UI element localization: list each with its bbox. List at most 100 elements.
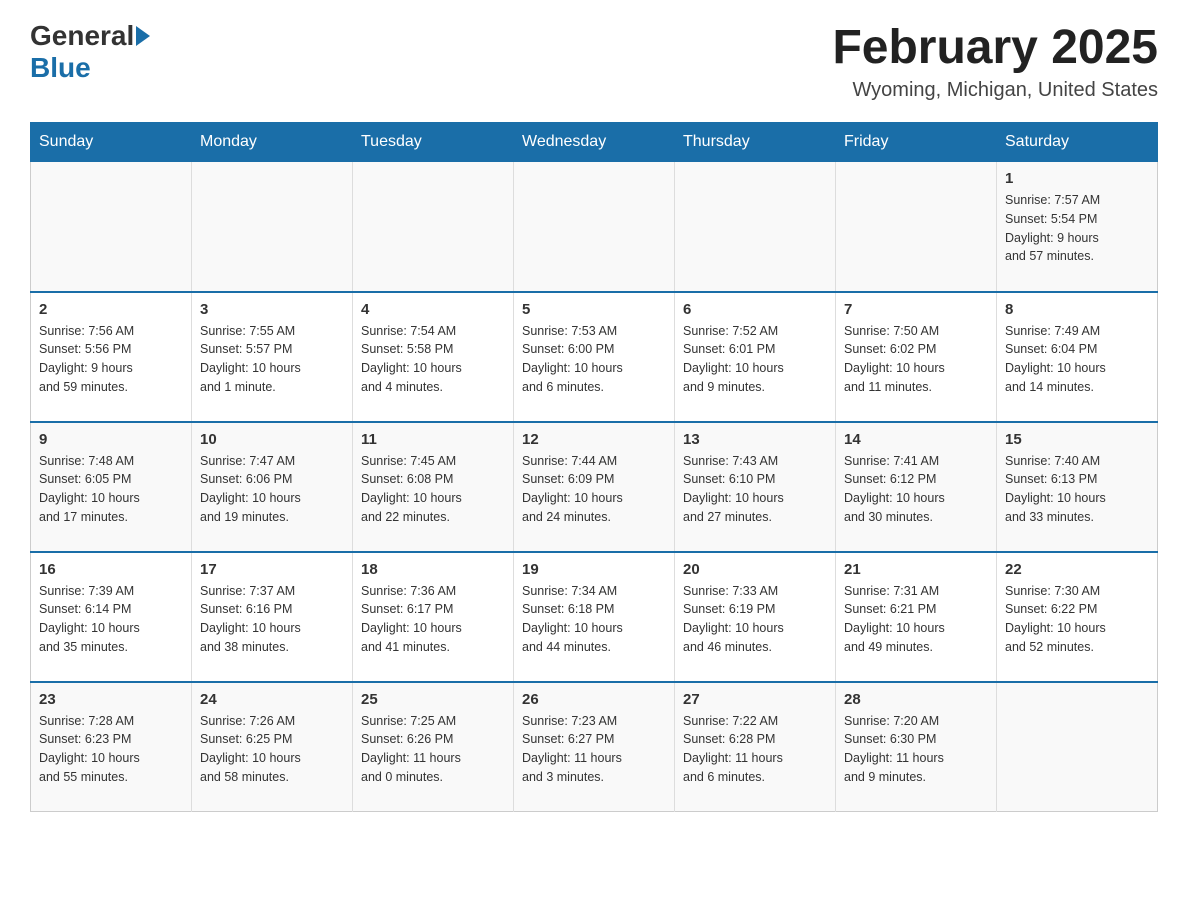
calendar-cell: 16 Sunrise: 7:39 AM Sunset: 6:14 PM Dayli…: [31, 552, 192, 682]
calendar-cell: 3 Sunrise: 7:55 AM Sunset: 5:57 PM Daylig…: [192, 292, 353, 422]
calendar-cell: 7Sunrise: 7:50 AM Sunset: 6:02 PM Daylig…: [836, 292, 997, 422]
day-info: Sunrise: 7:34 AM Sunset: 6:18 PM Dayligh…: [522, 582, 666, 657]
day-number: 7: [844, 301, 988, 318]
day-info: Sunrise: 7:43 AM Sunset: 6:10 PM Dayligh…: [683, 452, 827, 527]
calendar-cell: 13 Sunrise: 7:43 AM Sunset: 6:10 PM Dayli…: [675, 422, 836, 552]
day-info: Sunrise: 7:45 AM Sunset: 6:08 PM Dayligh…: [361, 452, 505, 527]
calendar-table: SundayMondayTuesdayWednesdayThursdayFrid…: [30, 122, 1158, 812]
calendar-cell: 19 Sunrise: 7:34 AM Sunset: 6:18 PM Dayli…: [514, 552, 675, 682]
header-cell-tuesday: Tuesday: [353, 123, 514, 162]
calendar-cell: 1 Sunrise: 7:57 AM Sunset: 5:54 PM Daylig…: [997, 162, 1158, 292]
calendar-week-5: 23 Sunrise: 7:28 AM Sunset: 6:23 PM Dayli…: [31, 682, 1158, 812]
month-title: February 2025: [832, 20, 1158, 75]
day-number: 19: [522, 561, 666, 578]
day-number: 14: [844, 431, 988, 448]
calendar-cell: 14 Sunrise: 7:41 AM Sunset: 6:12 PM Dayli…: [836, 422, 997, 552]
day-info: Sunrise: 7:44 AM Sunset: 6:09 PM Dayligh…: [522, 452, 666, 527]
calendar-cell: 11 Sunrise: 7:45 AM Sunset: 6:08 PM Dayli…: [353, 422, 514, 552]
day-number: 4: [361, 301, 505, 318]
calendar-cell: [514, 162, 675, 292]
calendar-cell: 22Sunrise: 7:30 AM Sunset: 6:22 PM Dayli…: [997, 552, 1158, 682]
calendar-cell: 12 Sunrise: 7:44 AM Sunset: 6:09 PM Dayli…: [514, 422, 675, 552]
day-number: 16: [39, 561, 183, 578]
day-number: 13: [683, 431, 827, 448]
calendar-cell: 4Sunrise: 7:54 AM Sunset: 5:58 PM Daylig…: [353, 292, 514, 422]
day-number: 9: [39, 431, 183, 448]
day-info: Sunrise: 7:57 AM Sunset: 5:54 PM Dayligh…: [1005, 191, 1149, 266]
day-number: 11: [361, 431, 505, 448]
day-info: Sunrise: 7:37 AM Sunset: 6:16 PM Dayligh…: [200, 582, 344, 657]
day-info: Sunrise: 7:47 AM Sunset: 6:06 PM Dayligh…: [200, 452, 344, 527]
calendar-cell: 28 Sunrise: 7:20 AM Sunset: 6:30 PM Dayli…: [836, 682, 997, 812]
day-info: Sunrise: 7:30 AM Sunset: 6:22 PM Dayligh…: [1005, 582, 1149, 657]
logo-general-text: General: [30, 20, 134, 52]
calendar-cell: 23 Sunrise: 7:28 AM Sunset: 6:23 PM Dayli…: [31, 682, 192, 812]
calendar-cell: 20 Sunrise: 7:33 AM Sunset: 6:19 PM Dayli…: [675, 552, 836, 682]
calendar-week-2: 2 Sunrise: 7:56 AM Sunset: 5:56 PM Daylig…: [31, 292, 1158, 422]
calendar-header: SundayMondayTuesdayWednesdayThursdayFrid…: [31, 123, 1158, 162]
header-cell-saturday: Saturday: [997, 123, 1158, 162]
day-number: 24: [200, 691, 344, 708]
day-info: Sunrise: 7:40 AM Sunset: 6:13 PM Dayligh…: [1005, 452, 1149, 527]
logo: General Blue: [30, 20, 152, 84]
day-info: Sunrise: 7:31 AM Sunset: 6:21 PM Dayligh…: [844, 582, 988, 657]
day-number: 28: [844, 691, 988, 708]
calendar-cell: 15 Sunrise: 7:40 AM Sunset: 6:13 PM Dayli…: [997, 422, 1158, 552]
calendar-cell: [353, 162, 514, 292]
calendar-cell: 5 Sunrise: 7:53 AM Sunset: 6:00 PM Daylig…: [514, 292, 675, 422]
calendar-cell: 17 Sunrise: 7:37 AM Sunset: 6:16 PM Dayli…: [192, 552, 353, 682]
calendar-cell: 18Sunrise: 7:36 AM Sunset: 6:17 PM Dayli…: [353, 552, 514, 682]
day-number: 27: [683, 691, 827, 708]
calendar-cell: 27Sunrise: 7:22 AM Sunset: 6:28 PM Dayli…: [675, 682, 836, 812]
location-subtitle: Wyoming, Michigan, United States: [832, 79, 1158, 102]
day-number: 23: [39, 691, 183, 708]
day-info: Sunrise: 7:55 AM Sunset: 5:57 PM Dayligh…: [200, 322, 344, 397]
calendar-cell: [192, 162, 353, 292]
calendar-week-4: 16 Sunrise: 7:39 AM Sunset: 6:14 PM Dayli…: [31, 552, 1158, 682]
day-number: 25: [361, 691, 505, 708]
day-number: 21: [844, 561, 988, 578]
header-cell-monday: Monday: [192, 123, 353, 162]
day-info: Sunrise: 7:33 AM Sunset: 6:19 PM Dayligh…: [683, 582, 827, 657]
logo-flag-icon: [136, 26, 150, 46]
day-number: 17: [200, 561, 344, 578]
calendar-week-3: 9Sunrise: 7:48 AM Sunset: 6:05 PM Daylig…: [31, 422, 1158, 552]
day-info: Sunrise: 7:53 AM Sunset: 6:00 PM Dayligh…: [522, 322, 666, 397]
calendar-cell: 9Sunrise: 7:48 AM Sunset: 6:05 PM Daylig…: [31, 422, 192, 552]
header-cell-wednesday: Wednesday: [514, 123, 675, 162]
day-number: 15: [1005, 431, 1149, 448]
calendar-cell: [675, 162, 836, 292]
day-number: 2: [39, 301, 183, 318]
calendar-cell: 10Sunrise: 7:47 AM Sunset: 6:06 PM Dayli…: [192, 422, 353, 552]
day-number: 20: [683, 561, 827, 578]
day-number: 6: [683, 301, 827, 318]
day-info: Sunrise: 7:39 AM Sunset: 6:14 PM Dayligh…: [39, 582, 183, 657]
calendar-body: 1 Sunrise: 7:57 AM Sunset: 5:54 PM Daylig…: [31, 162, 1158, 812]
title-area: February 2025 Wyoming, Michigan, United …: [832, 20, 1158, 102]
header-cell-thursday: Thursday: [675, 123, 836, 162]
day-info: Sunrise: 7:26 AM Sunset: 6:25 PM Dayligh…: [200, 712, 344, 787]
day-number: 8: [1005, 301, 1149, 318]
day-number: 12: [522, 431, 666, 448]
day-info: Sunrise: 7:20 AM Sunset: 6:30 PM Dayligh…: [844, 712, 988, 787]
day-info: Sunrise: 7:56 AM Sunset: 5:56 PM Dayligh…: [39, 322, 183, 397]
calendar-week-1: 1 Sunrise: 7:57 AM Sunset: 5:54 PM Daylig…: [31, 162, 1158, 292]
day-number: 1: [1005, 170, 1149, 187]
calendar-cell: 25 Sunrise: 7:25 AM Sunset: 6:26 PM Dayli…: [353, 682, 514, 812]
header-row: SundayMondayTuesdayWednesdayThursdayFrid…: [31, 123, 1158, 162]
calendar-cell: 21 Sunrise: 7:31 AM Sunset: 6:21 PM Dayli…: [836, 552, 997, 682]
day-info: Sunrise: 7:52 AM Sunset: 6:01 PM Dayligh…: [683, 322, 827, 397]
calendar-cell: [836, 162, 997, 292]
day-info: Sunrise: 7:36 AM Sunset: 6:17 PM Dayligh…: [361, 582, 505, 657]
day-number: 3: [200, 301, 344, 318]
page-header: General Blue February 2025 Wyoming, Mich…: [30, 20, 1158, 102]
calendar-cell: 26Sunrise: 7:23 AM Sunset: 6:27 PM Dayli…: [514, 682, 675, 812]
header-cell-sunday: Sunday: [31, 123, 192, 162]
day-number: 5: [522, 301, 666, 318]
day-number: 26: [522, 691, 666, 708]
day-info: Sunrise: 7:49 AM Sunset: 6:04 PM Dayligh…: [1005, 322, 1149, 397]
day-info: Sunrise: 7:41 AM Sunset: 6:12 PM Dayligh…: [844, 452, 988, 527]
calendar-cell: 2 Sunrise: 7:56 AM Sunset: 5:56 PM Daylig…: [31, 292, 192, 422]
day-info: Sunrise: 7:28 AM Sunset: 6:23 PM Dayligh…: [39, 712, 183, 787]
day-info: Sunrise: 7:25 AM Sunset: 6:26 PM Dayligh…: [361, 712, 505, 787]
